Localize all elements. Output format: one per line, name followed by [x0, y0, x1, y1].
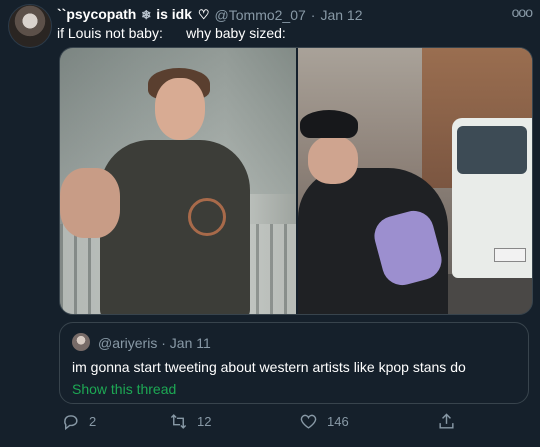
show-thread-link[interactable]: Show this thread — [72, 381, 176, 397]
separator-dot: · — [310, 6, 316, 23]
photo-van-window — [457, 126, 527, 174]
photo-right[interactable] — [298, 48, 532, 314]
like-button[interactable]: 146 — [299, 412, 349, 431]
retweet-count: 12 — [197, 414, 212, 429]
photo-face — [155, 78, 205, 140]
tweet-text: if Louis not baby: why baby sized: — [57, 25, 286, 41]
heart-outline-icon: ♡ — [197, 7, 210, 22]
like-count: 146 — [327, 414, 349, 429]
quoted-header: @ariyeris · Jan 11 — [98, 335, 211, 351]
photo-hoodie-logo — [188, 198, 226, 236]
separator-dot: · — [161, 335, 166, 351]
photo-van-plate — [494, 248, 526, 262]
quoted-tweet[interactable]: @ariyeris · Jan 11 im gonna start tweeti… — [59, 322, 529, 404]
reply-icon — [64, 415, 78, 431]
user-handle[interactable]: @Tommo2_07 — [215, 7, 306, 23]
action-bar: 2 12 146 — [59, 412, 529, 436]
photo-hand — [60, 168, 120, 238]
avatar[interactable] — [8, 4, 52, 48]
retweet-button[interactable]: 12 — [169, 412, 211, 431]
display-name[interactable]: ``psycopath ❄ is idk ♡ — [57, 6, 210, 23]
share-icon — [439, 413, 454, 429]
snowflake-icon: ❄ — [141, 8, 152, 22]
photo-cap — [300, 110, 358, 138]
photo-left[interactable] — [60, 48, 296, 314]
heart-icon — [300, 414, 317, 429]
quoted-handle: @ariyeris — [98, 335, 158, 351]
reply-button[interactable]: 2 — [61, 412, 96, 431]
retweet-icon — [170, 414, 187, 429]
photo-face — [308, 136, 358, 184]
reply-count: 2 — [89, 414, 97, 429]
more-icon[interactable]: ooo — [512, 4, 533, 20]
tweet-header: ``psycopath ❄ is idk ♡ @Tommo2_07 · Jan … — [57, 6, 363, 23]
quoted-avatar — [72, 333, 90, 351]
quoted-date: Jan 11 — [169, 335, 211, 351]
photo-hoodie — [100, 140, 250, 314]
quoted-text: im gonna start tweeting about western ar… — [72, 359, 466, 375]
share-button[interactable] — [437, 412, 465, 431]
media-grid — [59, 47, 533, 315]
tweet-date[interactable]: Jan 12 — [320, 7, 362, 23]
